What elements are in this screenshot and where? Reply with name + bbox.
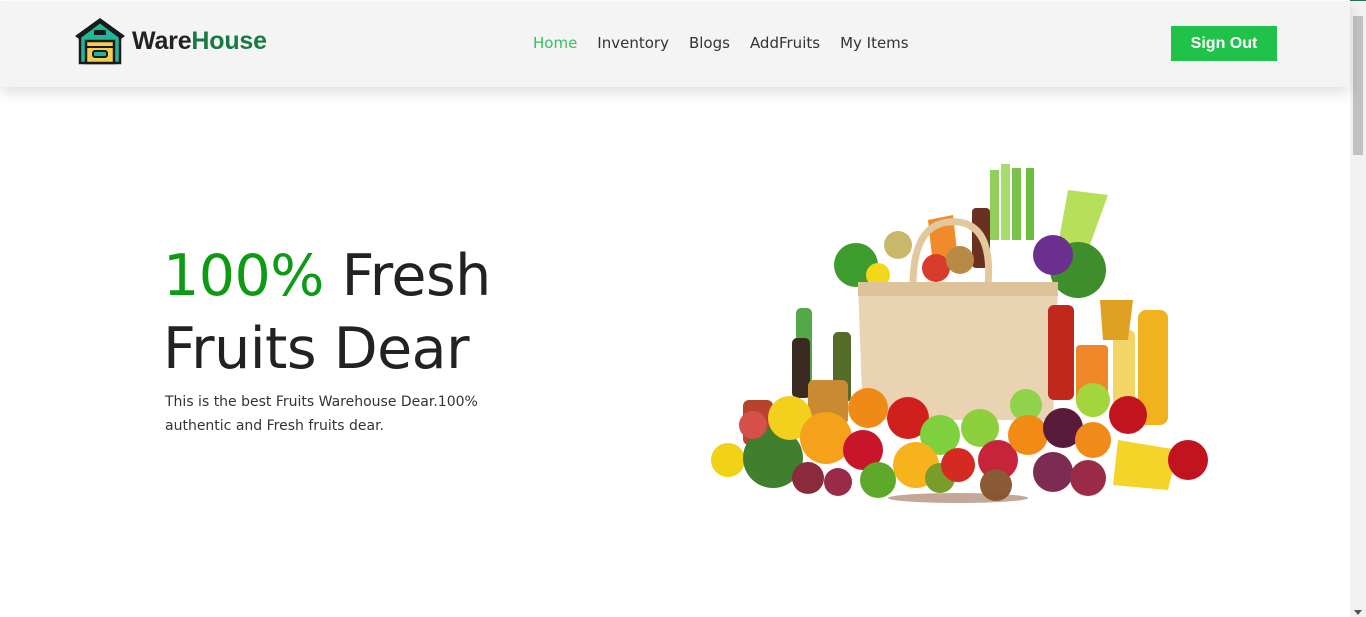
scroll-down-arrow-icon[interactable]: [1354, 610, 1362, 615]
hero-title-line1-rest: Fresh: [323, 243, 492, 309]
nav-link-my-items[interactable]: My Items: [840, 34, 909, 52]
brand-logo[interactable]: WareHouse: [73, 16, 267, 66]
nav-link-home[interactable]: Home: [533, 34, 577, 52]
page: WareHouse Home Inventory Blogs AddFruits…: [0, 0, 1350, 617]
navbar: WareHouse Home Inventory Blogs AddFruits…: [0, 1, 1350, 87]
nav-link-addfruits[interactable]: AddFruits: [750, 34, 820, 52]
nav-link-blogs[interactable]: Blogs: [689, 34, 730, 52]
brand-name-part2: House: [191, 26, 267, 55]
vertical-scrollbar[interactable]: [1350, 1, 1366, 617]
hero-description: This is the best Fruits Warehouse Dear.1…: [165, 394, 478, 434]
brand-name: WareHouse: [132, 27, 267, 56]
hero-title-line2: Fruits Dear: [163, 316, 470, 382]
hero-title-highlight: 100%: [163, 243, 324, 309]
hero-grocery-image: [711, 164, 1208, 503]
scrollbar-thumb[interactable]: [1353, 16, 1363, 155]
brand-name-part1: Ware: [132, 26, 192, 55]
hero-title: 100% Fresh Fruits Dear: [163, 240, 491, 386]
sign-out-button[interactable]: Sign Out: [1171, 26, 1277, 61]
nav-link-inventory[interactable]: Inventory: [597, 34, 669, 52]
main-nav: Home Inventory Blogs AddFruits My Items: [533, 34, 909, 52]
warehouse-icon: [75, 18, 125, 65]
